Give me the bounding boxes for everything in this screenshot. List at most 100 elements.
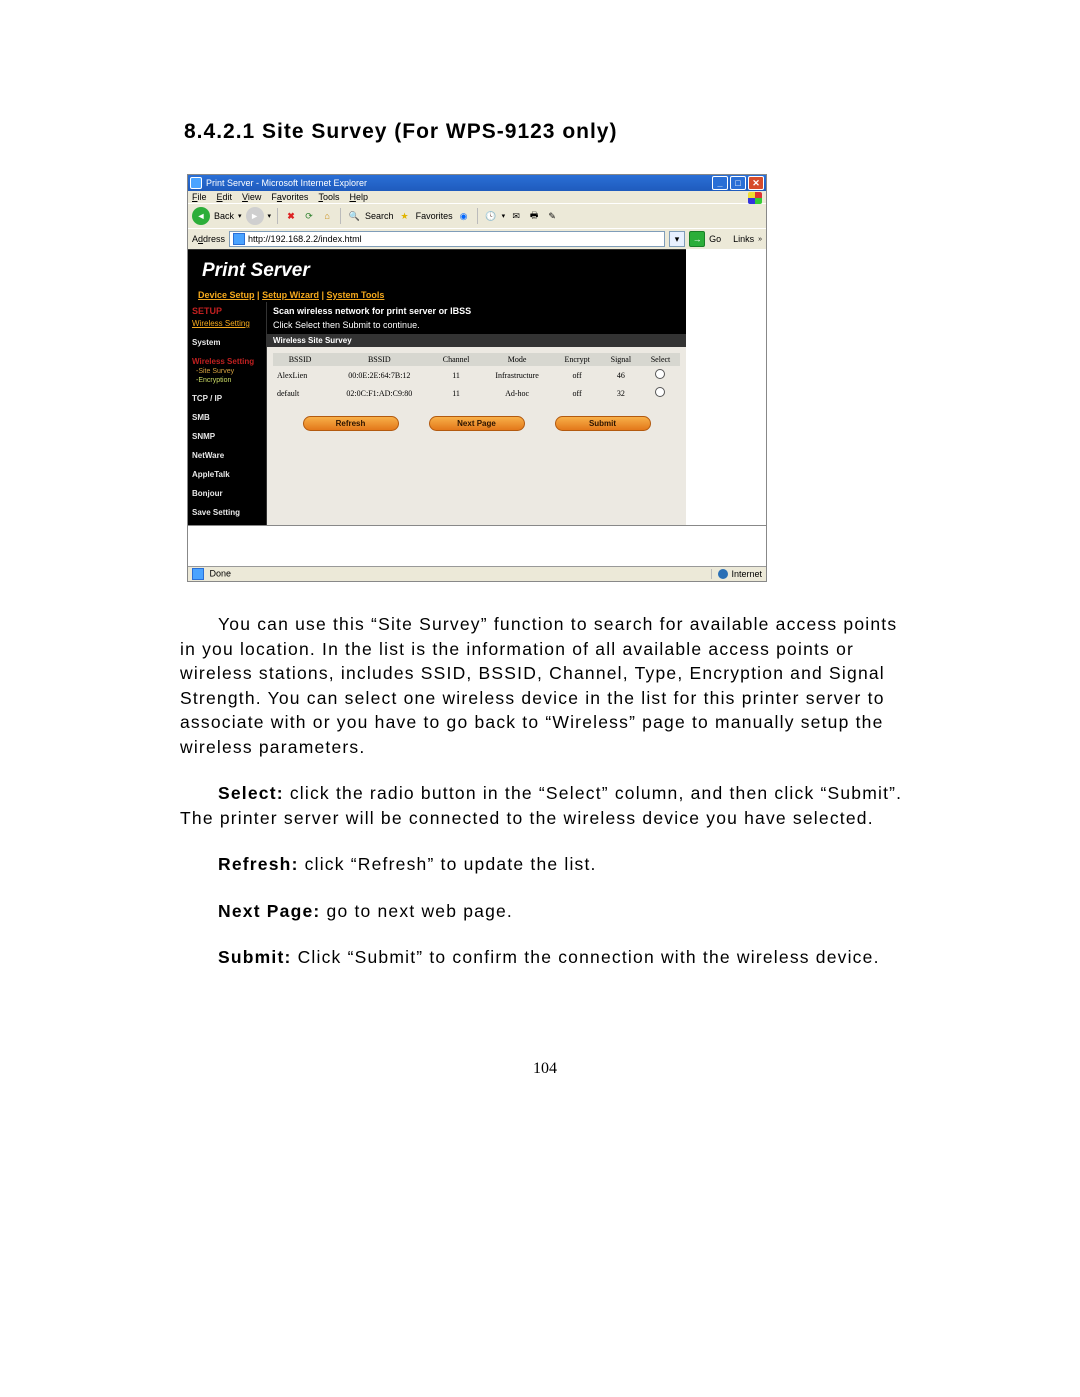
refresh-button[interactable]: Refresh xyxy=(303,416,399,431)
paragraph-refresh: Refresh: click “Refresh” to update the l… xyxy=(180,852,910,877)
panel-instruction-2: Click Select then Submit to continue. xyxy=(273,320,680,330)
label-submit: Submit: xyxy=(218,947,292,967)
forward-button[interactable]: ► xyxy=(246,207,264,225)
sidebar-appletalk[interactable]: AppleTalk xyxy=(192,470,262,479)
cell-encrypt: off xyxy=(554,366,601,384)
text-refresh: click “Refresh” to update the list. xyxy=(299,854,597,874)
th-encrypt: Encrypt xyxy=(554,353,601,366)
th-signal: Signal xyxy=(601,353,641,366)
status-done: Done xyxy=(210,568,232,578)
internet-zone-icon xyxy=(718,569,728,579)
text-next: go to next web page. xyxy=(320,901,513,921)
sidebar-encryption[interactable]: -Encryption xyxy=(196,377,262,384)
th-ssid: BSSID xyxy=(273,353,327,366)
cell-channel: 11 xyxy=(432,384,481,402)
close-button[interactable]: ✕ xyxy=(748,176,764,190)
favorites-icon[interactable]: ★ xyxy=(398,209,412,223)
label-refresh: Refresh: xyxy=(218,854,299,874)
paragraph-select: Select: click the radio button in the “S… xyxy=(180,781,910,830)
sidebar-netware[interactable]: NetWare xyxy=(192,451,262,460)
menu-file[interactable]: File xyxy=(192,192,207,202)
menu-view[interactable]: View xyxy=(242,192,261,202)
sidebar-snmp[interactable]: SNMP xyxy=(192,432,262,441)
paragraph-next: Next Page: go to next web page. xyxy=(180,899,910,924)
panel-title: Wireless Site Survey xyxy=(267,334,686,347)
refresh-toolbar-button[interactable]: ⟳ xyxy=(302,209,316,223)
address-input[interactable]: http://192.168.2.2/index.html xyxy=(229,231,665,247)
page-icon xyxy=(233,233,245,245)
address-bar: Address http://192.168.2.2/index.html ▾ … xyxy=(188,228,766,249)
nav-device-setup[interactable]: Device Setup xyxy=(198,290,255,300)
address-dropdown[interactable]: ▾ xyxy=(669,231,685,247)
cell-encrypt: off xyxy=(554,384,601,402)
label-select: Select: xyxy=(218,783,284,803)
sidebar-smb[interactable]: SMB xyxy=(192,413,262,422)
sidebar-system[interactable]: System xyxy=(192,338,262,347)
menu-edit[interactable]: Edit xyxy=(217,192,233,202)
nav-system-tools[interactable]: System Tools xyxy=(327,290,385,300)
internet-zone-label: Internet xyxy=(731,569,762,579)
window-titlebar: Print Server - Microsoft Internet Explor… xyxy=(188,175,766,191)
window-title: Print Server - Microsoft Internet Explor… xyxy=(206,178,712,188)
panel-instruction-1: Scan wireless network for print server o… xyxy=(273,306,680,316)
select-radio[interactable] xyxy=(655,369,665,379)
cell-bssid: 02:0C:F1:AD:C9:80 xyxy=(327,384,431,402)
cell-bssid: 00:0E:2E:64:7B:12 xyxy=(327,366,431,384)
sidebar-bonjour[interactable]: Bonjour xyxy=(192,489,262,498)
home-button[interactable]: ⌂ xyxy=(320,209,334,223)
sidebar-save-setting[interactable]: Save Setting xyxy=(192,508,262,517)
search-icon[interactable]: 🔍 xyxy=(347,209,361,223)
sidebar-setup: SETUP xyxy=(192,306,262,316)
next-page-button[interactable]: Next Page xyxy=(429,416,525,431)
cell-mode: Infrastructure xyxy=(481,366,554,384)
nav-setup-wizard[interactable]: Setup Wizard xyxy=(262,290,319,300)
survey-table: BSSID BSSID Channel Mode Encrypt Signal … xyxy=(273,353,680,402)
screenshot-ie-window: Print Server - Microsoft Internet Explor… xyxy=(187,174,767,582)
menu-tools[interactable]: Tools xyxy=(318,192,339,202)
favorites-label: Favorites xyxy=(416,211,453,221)
cell-ssid: default xyxy=(273,384,327,402)
back-label: Back xyxy=(214,211,234,221)
ie-icon xyxy=(190,177,202,189)
text-select: click the radio button in the “Select” c… xyxy=(180,783,902,828)
go-label: Go xyxy=(709,234,721,244)
sidebar-site-survey[interactable]: -Site Survey xyxy=(196,368,262,375)
menu-favorites[interactable]: Favorites xyxy=(271,192,308,202)
table-row: default 02:0C:F1:AD:C9:80 11 Ad-hoc off … xyxy=(273,384,680,402)
th-bssid: BSSID xyxy=(327,353,431,366)
sidebar: SETUP Wireless Setting System Wireless S… xyxy=(188,302,266,525)
select-radio[interactable] xyxy=(655,387,665,397)
section-heading: 8.4.2.1 Site Survey (For WPS-9123 only) xyxy=(184,120,910,144)
print-icon[interactable]: 🖶 xyxy=(527,209,541,223)
links-label[interactable]: Links xyxy=(733,234,754,244)
th-select: Select xyxy=(641,353,680,366)
submit-button[interactable]: Submit xyxy=(555,416,651,431)
main-panel: Scan wireless network for print server o… xyxy=(266,302,686,525)
menu-help[interactable]: Help xyxy=(349,192,368,202)
sidebar-wireless-setting-link[interactable]: Wireless Setting xyxy=(192,319,262,328)
text-submit: Click “Submit” to confirm the connection… xyxy=(292,947,880,967)
table-row: AlexLien 00:0E:2E:64:7B:12 11 Infrastruc… xyxy=(273,366,680,384)
page-number: 104 xyxy=(180,1060,910,1078)
stop-button[interactable]: ✖ xyxy=(284,209,298,223)
history-icon[interactable]: 🕓 xyxy=(484,209,498,223)
mail-icon[interactable]: ✉ xyxy=(509,209,523,223)
minimize-button[interactable]: _ xyxy=(712,176,728,190)
cell-mode: Ad-hoc xyxy=(481,384,554,402)
address-label: Address xyxy=(192,234,225,244)
maximize-button[interactable]: □ xyxy=(730,176,746,190)
windows-flag-icon xyxy=(748,192,762,204)
sidebar-wireless-setting[interactable]: Wireless Setting xyxy=(192,357,262,366)
cell-signal: 32 xyxy=(601,384,641,402)
paragraph-submit: Submit: Click “Submit” to confirm the co… xyxy=(180,945,910,970)
toolbar: ◄ Back ▾ ► ▾ ✖ ⟳ ⌂ 🔍 Search ★ Favorites … xyxy=(188,203,766,228)
th-channel: Channel xyxy=(432,353,481,366)
media-icon[interactable]: ◉ xyxy=(457,209,471,223)
app-title: Print Server xyxy=(188,249,686,288)
statusbar: Done Internet xyxy=(188,566,766,581)
back-button[interactable]: ◄ xyxy=(192,207,210,225)
edit-icon[interactable]: ✎ xyxy=(545,209,559,223)
address-url: http://192.168.2.2/index.html xyxy=(248,234,362,244)
sidebar-tcpip[interactable]: TCP / IP xyxy=(192,394,262,403)
go-button[interactable]: → xyxy=(689,231,705,247)
